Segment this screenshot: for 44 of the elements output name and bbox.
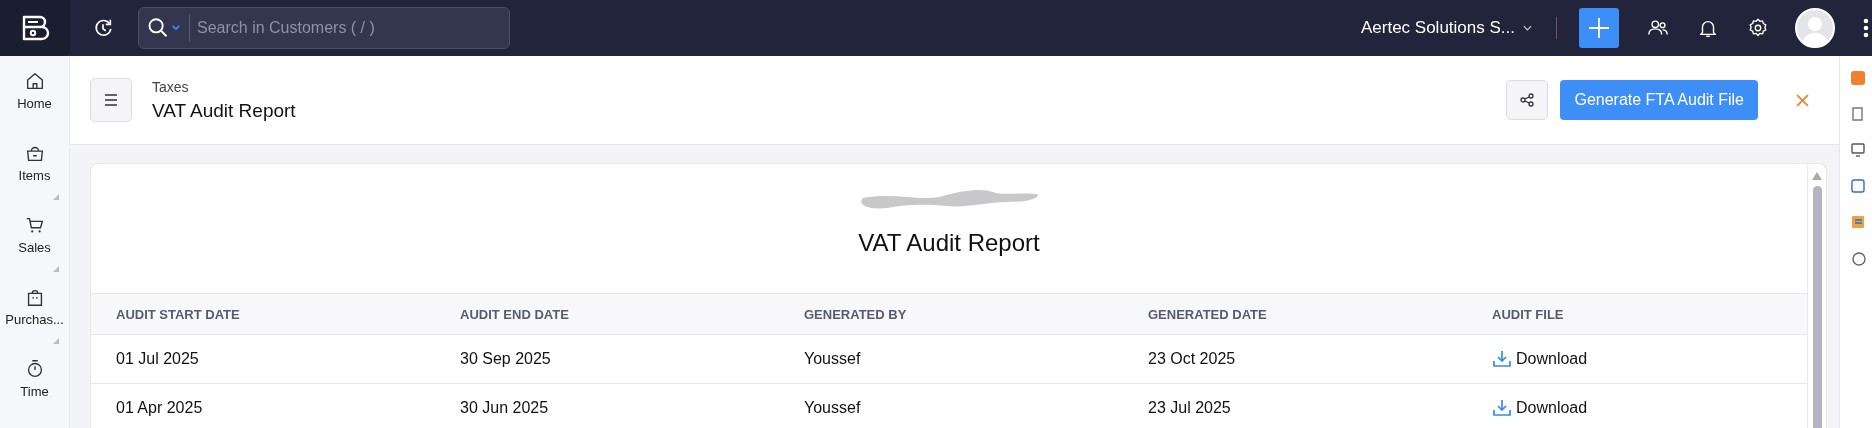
table-cell-text: 23 Oct 2025 bbox=[1148, 350, 1237, 368]
download-icon[interactable] bbox=[1492, 350, 1512, 368]
notes-icon[interactable] bbox=[1850, 214, 1866, 230]
scrollbar-thumb[interactable] bbox=[1812, 186, 1822, 428]
column-header: AUDIT END DATE bbox=[460, 306, 570, 322]
page-title: VAT Audit Report bbox=[152, 99, 296, 122]
settings-icon[interactable] bbox=[1747, 17, 1769, 39]
search-field[interactable]: Search in Customers ( / ) bbox=[190, 18, 509, 38]
table-cell-text: Youssef bbox=[804, 399, 862, 417]
monitor-icon[interactable] bbox=[1850, 142, 1866, 158]
download-link[interactable]: Download bbox=[1516, 350, 1588, 368]
sidebar-item[interactable]: Purchas... bbox=[0, 284, 69, 356]
download-icon[interactable] bbox=[1492, 399, 1512, 417]
table-cell-text: 30 Jun 2025 bbox=[460, 399, 550, 417]
share-button[interactable] bbox=[1506, 80, 1549, 120]
menu-icon bbox=[104, 94, 118, 106]
table-cell-text: 23 Jul 2025 bbox=[1148, 399, 1232, 417]
column-header: GENERATED BY bbox=[804, 306, 908, 322]
search-bar[interactable]: Search in Customers ( / ) bbox=[138, 7, 510, 49]
sidebar-item[interactable]: Sales bbox=[0, 212, 69, 284]
table-cell-text: 01 Apr 2025 bbox=[116, 399, 204, 417]
plus-icon bbox=[1588, 17, 1610, 39]
organization-name[interactable]: Aertec Solutions S... bbox=[1360, 18, 1515, 38]
avatar[interactable] bbox=[1795, 8, 1835, 48]
column-header: AUDIT FILE bbox=[1492, 306, 1565, 322]
breadcrumb[interactable]: Taxes bbox=[152, 78, 296, 95]
report-title: VAT Audit Report bbox=[858, 229, 1040, 257]
scroll-up-icon[interactable] bbox=[1812, 172, 1822, 180]
column-header: GENERATED DATE bbox=[1148, 306, 1268, 322]
caret-icon[interactable] bbox=[1523, 25, 1532, 31]
logo-icon[interactable] bbox=[20, 13, 50, 43]
table-cell-text: 30 Sep 2025 bbox=[460, 350, 552, 368]
download-link[interactable]: Download bbox=[1516, 399, 1588, 417]
table-cell-text: 01 Jul 2025 bbox=[116, 350, 200, 368]
close-icon[interactable] bbox=[1796, 93, 1809, 107]
share-icon bbox=[1519, 92, 1536, 108]
add-button[interactable] bbox=[1579, 8, 1619, 48]
column-header: AUDIT START DATE bbox=[116, 306, 241, 322]
sidebar-item[interactable]: Items bbox=[0, 140, 69, 212]
history-icon[interactable] bbox=[92, 17, 114, 39]
sidebar-item[interactable]: Home bbox=[0, 68, 69, 140]
menu-button[interactable] bbox=[90, 78, 132, 122]
sidebar-item[interactable]: Time bbox=[0, 356, 69, 428]
table-cell-text: Youssef bbox=[804, 350, 862, 368]
